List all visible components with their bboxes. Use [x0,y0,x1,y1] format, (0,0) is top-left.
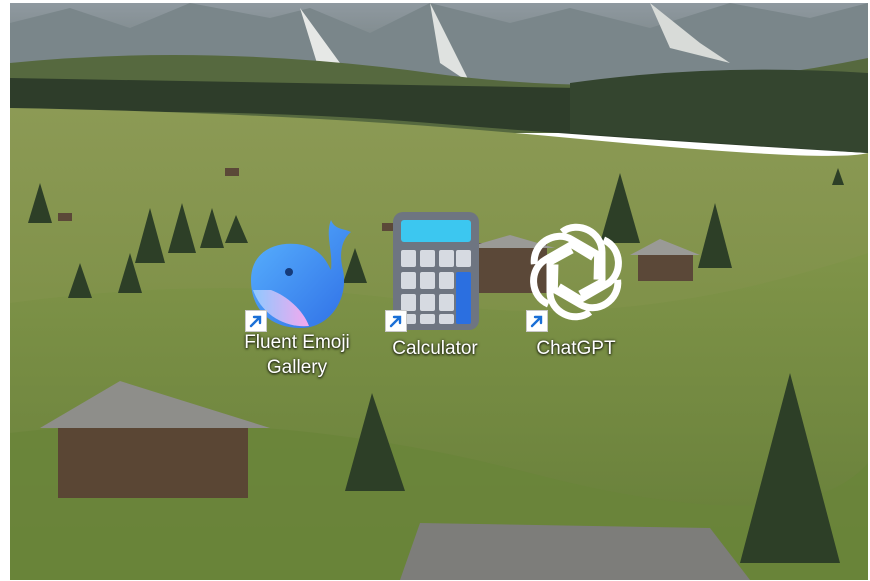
icon-label-line2: Gallery [266,357,328,378]
desktop-icon-chatgpt[interactable]: ChatGPT [512,210,640,380]
shortcut-arrow-icon [526,310,548,332]
icon-label: Fluent Emoji Gallery [233,330,361,380]
icon-label-line1: ChatGPT [536,338,616,359]
shortcut-arrow-icon [385,310,407,332]
desktop-icon-calculator[interactable]: Calculator [371,210,499,380]
desktop[interactable]: Fluent Emoji Gallery Calculator ChatGPT [10,3,868,580]
shortcut-arrow-icon [245,310,267,332]
icon-label-line1: Calculator [392,338,478,359]
desktop-icon-fluent-emoji-gallery[interactable]: Fluent Emoji Gallery [233,210,361,380]
icon-label: Calculator [371,336,499,361]
icon-label: ChatGPT [512,336,640,361]
